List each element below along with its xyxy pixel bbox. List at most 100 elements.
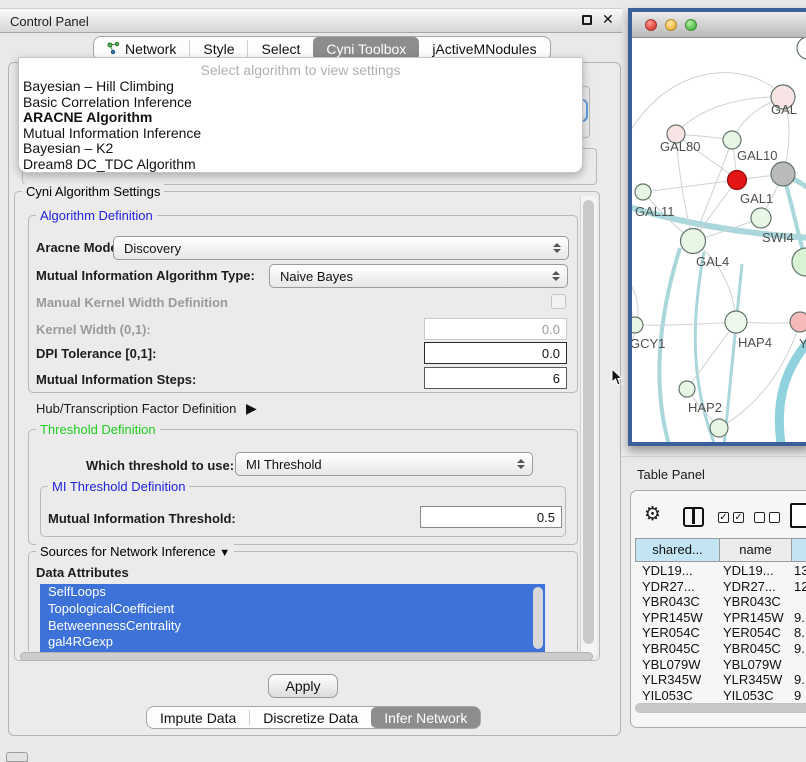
column-header-name[interactable]: name (720, 539, 792, 561)
table-row[interactable]: YBR043CYBR043C (635, 594, 806, 610)
network-node (725, 311, 747, 333)
dpi-tolerance-field[interactable]: 0.0 (424, 342, 567, 364)
network-node (792, 248, 806, 276)
settings-group-title: Cyni Algorithm Settings (22, 184, 164, 199)
combo-arrows-icon (553, 243, 561, 253)
algorithm-definition-title: Algorithm Definition (36, 208, 157, 223)
mi-steps-field[interactable]: 6 (424, 367, 567, 389)
dropdown-item-selected[interactable]: ARACNE Algorithm (19, 110, 582, 126)
table-row[interactable]: YDL19...YDL19...13 (635, 563, 806, 579)
table-row[interactable]: YIL053CYIL053C9 (635, 688, 806, 703)
sources-group-title[interactable]: Sources for Network Inference ▼ (36, 544, 234, 559)
network-canvas[interactable]: GAL GAL80 GAL10 GAL1 GAL11 SWI4 GAL4 GCY… (632, 38, 806, 442)
network-node (679, 381, 695, 397)
network-node (635, 184, 651, 200)
table-row[interactable]: YPR145WYPR145W9. (635, 610, 806, 626)
expand-right-icon: ▶ (246, 400, 257, 416)
dropdown-item[interactable]: Basic Correlation Inference (19, 95, 582, 111)
table-row[interactable]: YLR345WYLR345W9. (635, 672, 806, 688)
mi-threshold-field[interactable]: 0.5 (420, 506, 562, 528)
application-window: Control Panel ✕ Network Style Select Cyn… (0, 0, 806, 762)
column-header-partial[interactable] (792, 539, 806, 561)
data-attributes-list[interactable]: SelfLoops TopologicalCoefficient Between… (40, 584, 545, 652)
network-node (751, 208, 771, 228)
node-label: GAL11 (635, 204, 675, 219)
table-row[interactable]: YER054CYER054C8. (635, 625, 806, 641)
settings-hscrollbar[interactable] (20, 652, 593, 661)
network-icon (107, 42, 120, 55)
table-row[interactable]: YBR045CYBR045C9. (635, 641, 806, 657)
collapsed-panel-icon[interactable] (6, 752, 28, 762)
apply-button[interactable]: Apply (268, 674, 338, 698)
control-panel-titlebar: Control Panel ✕ (0, 8, 622, 33)
node-label: GAL1 (740, 191, 773, 206)
close-window-icon[interactable] (645, 19, 657, 31)
table-row[interactable]: YBL079WYBL079W (635, 657, 806, 673)
combo-arrows-icon (552, 271, 560, 281)
node-label: GAL80 (660, 139, 700, 154)
node-label: SWI4 (762, 230, 794, 245)
attributes-scrollbar-thumb[interactable] (533, 587, 543, 649)
dropdown-item[interactable]: Bayesian – Hill Climbing (19, 79, 582, 95)
kernel-width-field[interactable]: 0.0 (424, 318, 567, 340)
network-node (728, 171, 747, 190)
settings-vscrollbar-thumb[interactable] (583, 200, 594, 644)
table-header-row: shared... name (635, 538, 806, 562)
list-item[interactable]: SelfLoops (40, 584, 545, 601)
column-selector-icon[interactable] (683, 507, 704, 527)
hub-definition-toggle[interactable]: Hub/Transcription Factor Definition ▶ (36, 400, 257, 417)
node-label: GAL4 (696, 254, 729, 269)
combo-arrows-icon (517, 459, 525, 469)
tab-discretize-data[interactable]: Discretize Data (250, 707, 371, 728)
tab-impute-data[interactable]: Impute Data (147, 707, 249, 728)
mi-type-label: Mutual Information Algorithm Type: (36, 268, 255, 283)
table-panel-window: ⚙ ✓✓ shared... name YDL19...YDL19...13 Y… (630, 490, 806, 728)
list-item[interactable]: BetweennessCentrality (40, 618, 545, 635)
network-node (681, 229, 706, 254)
manual-kernel-checkbox[interactable] (551, 294, 566, 309)
mi-steps-label: Mutual Information Steps: (36, 372, 196, 387)
mi-threshold-label: Mutual Information Threshold: (48, 511, 236, 526)
network-window: GAL GAL80 GAL10 GAL1 GAL11 SWI4 GAL4 GCY… (628, 8, 806, 446)
float-panel-icon[interactable] (582, 15, 592, 25)
mi-type-combo[interactable]: Naive Bayes (269, 264, 568, 288)
table-body[interactable]: YDL19...YDL19...13 YDR27...YDR27...12 YB… (635, 563, 806, 703)
deselect-all-icon[interactable] (754, 512, 780, 523)
new-table-icon[interactable] (790, 503, 806, 528)
aracne-mode-label: Aracne Mode: (36, 240, 122, 255)
mi-threshold-definition-title: MI Threshold Definition (48, 479, 189, 494)
dropdown-item[interactable]: Bayesian – K2 (19, 141, 582, 157)
list-item[interactable]: TopologicalCoefficient (40, 601, 545, 618)
table-hscrollbar[interactable] (635, 703, 806, 713)
close-panel-icon[interactable]: ✕ (602, 11, 614, 28)
table-panel-divider (622, 456, 806, 457)
table-hscrollbar-thumb[interactable] (636, 704, 806, 712)
dropdown-item[interactable]: Mutual Information Inference (19, 126, 582, 142)
tab-infer-network[interactable]: Infer Network (371, 707, 480, 728)
algorithm-dropdown-popup: Select algorithm to view settings Bayesi… (18, 57, 583, 173)
column-header-shared[interactable]: shared... (636, 539, 720, 561)
table-row[interactable]: YDR27...YDR27...12 (635, 579, 806, 595)
network-node (797, 38, 806, 59)
panel-title: Control Panel (10, 14, 89, 29)
aracne-mode-combo[interactable]: Discovery (113, 236, 569, 260)
table-panel-title: Table Panel (637, 467, 705, 482)
network-node (790, 312, 806, 332)
dropdown-item[interactable]: Dream8 DC_TDC Algorithm (19, 157, 582, 173)
network-node (710, 419, 728, 437)
node-label: HAP4 (738, 335, 772, 350)
network-node (632, 317, 643, 333)
manual-kernel-label: Manual Kernel Width Definition (36, 295, 228, 310)
table-settings-gear-icon[interactable]: ⚙ (644, 503, 661, 526)
zoom-window-icon[interactable] (685, 19, 697, 31)
list-item[interactable]: gal4RGexp (40, 634, 545, 651)
select-all-icon[interactable]: ✓✓ (718, 512, 744, 523)
network-node (723, 131, 741, 149)
node-label: GAL (771, 102, 797, 117)
bottom-tabs: Impute Data Discretize Data Infer Networ… (146, 706, 481, 729)
minimize-window-icon[interactable] (665, 19, 677, 31)
threshold-definition-title: Threshold Definition (36, 422, 160, 437)
network-window-titlebar[interactable] (632, 12, 806, 38)
which-threshold-combo[interactable]: MI Threshold (235, 452, 533, 476)
network-node (771, 162, 795, 186)
